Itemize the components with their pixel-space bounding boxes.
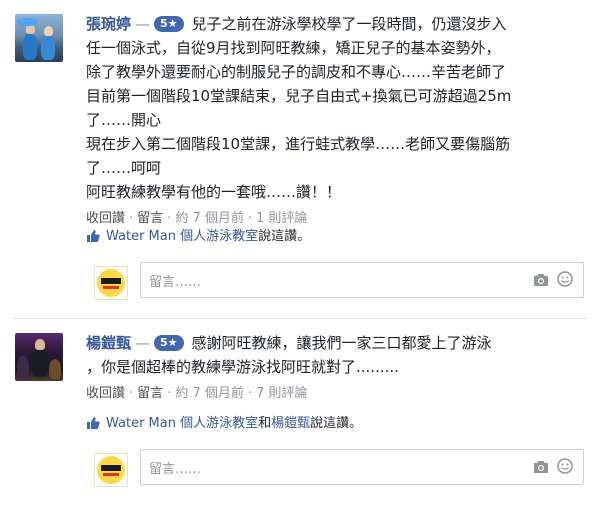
liker-person-link[interactable]: 楊鎧甄	[271, 416, 310, 431]
review-card: 楊鎧甄 —5★ 感謝阿旺教練，讓我們一家三口都愛上了游泳 ，你是個超棒的教練學游泳找…	[0, 319, 600, 508]
comment-count[interactable]: 7 則評論	[256, 386, 307, 401]
review-card: 張琬婷 —5★ 兒子之前在游泳學校學了一段時間，仍還沒步入 任一個泳式，自從9月找到…	[0, 0, 600, 318]
camera-icon[interactable]	[533, 459, 549, 478]
liker-page-link[interactable]: Water Man 個人游泳教室	[106, 229, 258, 244]
dash-separator: —	[135, 334, 151, 352]
emoji-icon[interactable]	[557, 458, 573, 478]
emoji-icon[interactable]	[557, 271, 573, 291]
reply-placeholder: 留言……	[149, 462, 202, 477]
likes-and: 和	[258, 416, 272, 431]
likes-suffix: 說這讚。	[258, 229, 311, 244]
likes-suffix: 說這讚。	[310, 416, 363, 431]
comment-link[interactable]: 留言	[137, 386, 163, 401]
reply-placeholder: 留言……	[149, 275, 202, 290]
rating-badge: 5★	[154, 335, 184, 351]
reviewer-avatar[interactable]	[15, 333, 63, 381]
timestamp[interactable]: 約 7 個月前	[175, 386, 244, 401]
liker-page-link[interactable]: Water Man 個人游泳教室	[106, 416, 258, 431]
reply-row: 留言……	[86, 260, 584, 304]
page-avatar	[94, 453, 128, 487]
reply-row: 留言……	[86, 447, 584, 491]
review-header: 楊鎧甄 —5★ 感謝阿旺教練，讓我們一家三口都愛上了游泳 ，你是個超棒的教練學游泳找…	[86, 331, 584, 379]
review-body: 張琬婷 —5★ 兒子之前在游泳學校學了一段時間，仍還沒步入 任一個泳式，自從9月找到…	[86, 12, 584, 228]
unlike-link[interactable]: 收回讚	[86, 386, 125, 401]
reply-input[interactable]: 留言……	[140, 262, 584, 298]
thumbs-up-icon	[86, 416, 100, 436]
review-text: 兒子之前在游泳學校學了一段時間，仍還沒步入 任一個泳式，自從9月找到阿旺教練，矯…	[86, 15, 512, 201]
likes-summary: Water Man 個人游泳教室說這讚。	[86, 228, 584, 249]
camera-icon[interactable]	[533, 272, 549, 291]
reply-input[interactable]: 留言……	[140, 449, 584, 485]
author-name[interactable]: 張琬婷	[86, 15, 131, 33]
review-actions: 收回讚 · 留言 · 約 7 個月前 · 1 則評論	[86, 211, 308, 226]
unlike-link[interactable]: 收回讚	[86, 211, 125, 226]
comment-link[interactable]: 留言	[137, 211, 163, 226]
dash-separator: —	[135, 15, 151, 33]
timestamp[interactable]: 約 7 個月前	[175, 211, 244, 226]
author-name[interactable]: 楊鎧甄	[86, 334, 131, 352]
review-header: 張琬婷 —5★ 兒子之前在游泳學校學了一段時間，仍還沒步入 任一個泳式，自從9月找到…	[86, 12, 584, 204]
review-actions: 收回讚 · 留言 · 約 7 個月前 · 7 則評論	[86, 386, 308, 401]
reviewer-avatar[interactable]	[15, 14, 63, 62]
comment-count[interactable]: 1 則評論	[256, 211, 307, 226]
review-body: 楊鎧甄 —5★ 感謝阿旺教練，讓我們一家三口都愛上了游泳 ，你是個超棒的教練學游泳找…	[86, 331, 584, 403]
thumbs-up-icon	[86, 229, 100, 249]
page-avatar	[94, 266, 128, 300]
likes-summary: Water Man 個人游泳教室和楊鎧甄說這讚。	[86, 415, 584, 436]
rating-badge: 5★	[154, 16, 184, 32]
